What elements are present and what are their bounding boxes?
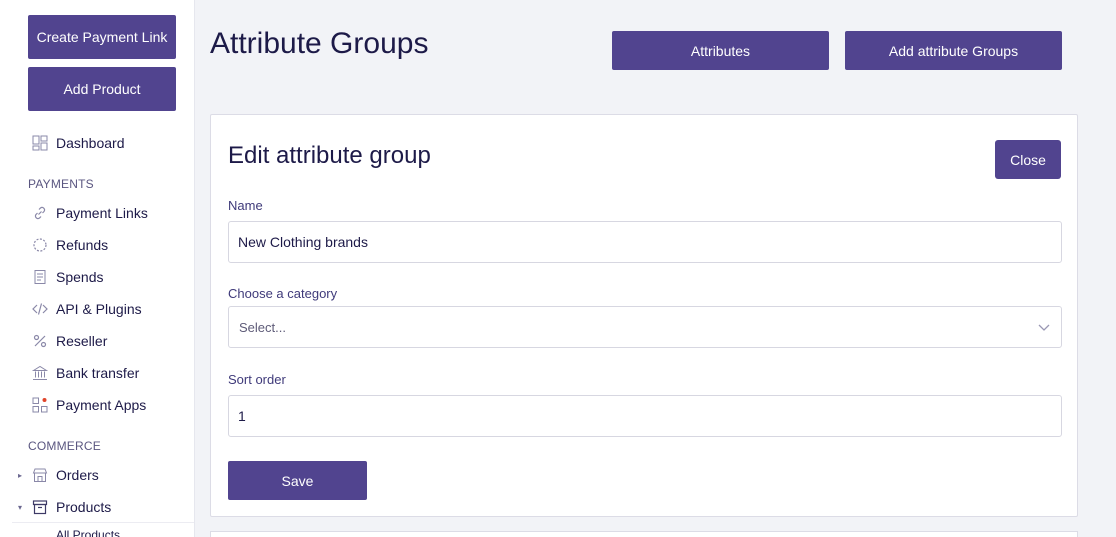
apps-icon	[32, 397, 48, 413]
sidebar-item-payment-apps[interactable]: Payment Apps	[32, 395, 146, 415]
sidebar-item-label: API & Plugins	[56, 301, 142, 317]
category-label: Choose a category	[228, 286, 338, 301]
caret-right-icon[interactable]: ▸	[18, 471, 22, 480]
create-payment-link-button[interactable]: Create Payment Link	[28, 15, 176, 59]
sidebar-item-orders[interactable]: Orders	[32, 465, 99, 485]
sidebar-item-label: Payment Links	[56, 205, 148, 221]
bank-icon	[32, 365, 48, 381]
receipt-icon	[32, 269, 48, 285]
sort-order-input[interactable]: 1	[228, 395, 1062, 437]
percent-icon	[32, 333, 48, 349]
sidebar-item-refunds[interactable]: Refunds	[32, 235, 108, 255]
sidebar-item-label: Spends	[56, 269, 104, 285]
divider	[12, 522, 194, 523]
link-icon	[32, 205, 48, 221]
category-select[interactable]: Select...	[228, 306, 1062, 348]
page-title: Attribute Groups	[210, 27, 429, 60]
sidebar: Create Payment Link Add Product Dashboar…	[0, 0, 195, 537]
secondary-card	[210, 531, 1078, 537]
sidebar-item-label: Reseller	[56, 333, 108, 349]
category-select-value: Select...	[239, 319, 286, 335]
main-content: Attribute Groups Attributes Add attribut…	[195, 0, 1116, 537]
sidebar-item-label: Refunds	[56, 237, 109, 253]
sidebar-item-api-plugins[interactable]: API & Plugins	[32, 299, 142, 319]
sidebar-subitem-all-products[interactable]: All Products	[56, 528, 120, 537]
name-input[interactable]: New Clothing brands	[228, 221, 1062, 263]
sidebar-item-label: Products	[56, 499, 112, 515]
section-label-payments: PAYMENTS	[28, 177, 94, 191]
code-icon	[32, 301, 48, 317]
close-button[interactable]: Close	[995, 140, 1061, 179]
name-label: Name	[228, 198, 263, 213]
add-attribute-groups-button[interactable]: Add attribute Groups	[845, 31, 1062, 70]
edit-attribute-group-card: Edit attribute group Close Name New Clot…	[210, 114, 1078, 517]
sidebar-item-dashboard[interactable]: Dashboard	[32, 133, 125, 153]
box-icon	[32, 499, 48, 515]
caret-down-icon[interactable]: ▾	[18, 503, 22, 512]
store-icon	[32, 467, 48, 483]
save-button[interactable]: Save	[228, 461, 367, 500]
sidebar-item-label: Bank transfer	[56, 365, 140, 381]
add-product-button[interactable]: Add Product	[28, 67, 176, 111]
section-label-commerce: COMMERCE	[28, 439, 101, 453]
refund-icon	[32, 237, 48, 253]
card-title: Edit attribute group	[228, 142, 431, 169]
sidebar-item-label: Payment Apps	[56, 397, 147, 413]
sidebar-item-products[interactable]: Products	[32, 497, 111, 517]
sidebar-item-bank-transfer[interactable]: Bank transfer	[32, 363, 139, 383]
sort-order-label: Sort order	[228, 372, 286, 387]
sidebar-item-label: Orders	[56, 467, 99, 483]
sidebar-item-reseller[interactable]: Reseller	[32, 331, 107, 351]
chevron-down-icon	[1038, 324, 1050, 331]
attributes-button[interactable]: Attributes	[612, 31, 829, 70]
sidebar-item-payment-links[interactable]: Payment Links	[32, 203, 148, 223]
dashboard-icon	[32, 135, 48, 151]
sidebar-item-label: Dashboard	[56, 135, 125, 151]
sidebar-item-spends[interactable]: Spends	[32, 267, 103, 287]
